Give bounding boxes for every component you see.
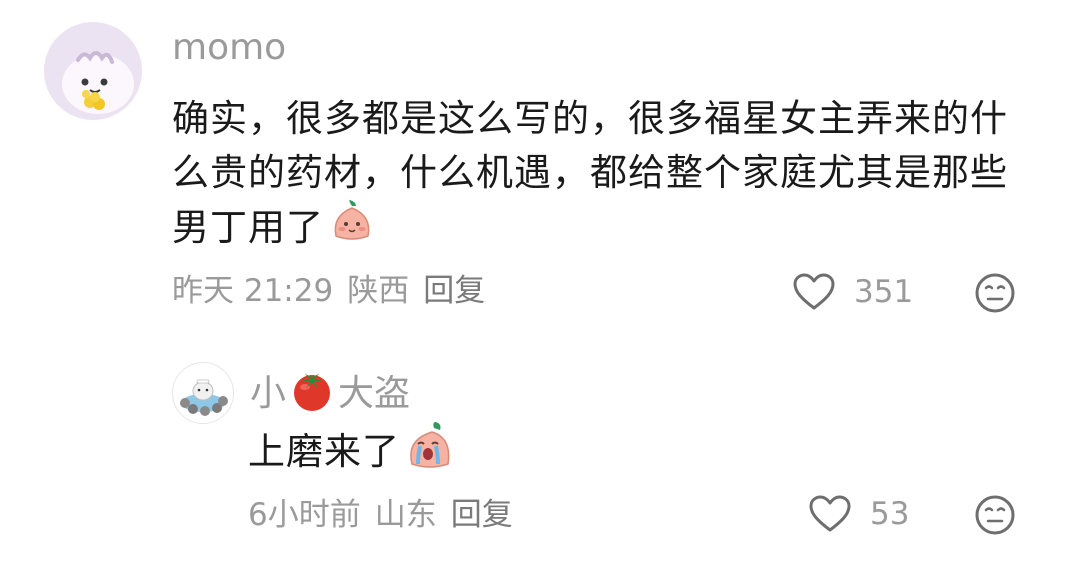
meh-face-icon	[975, 273, 1015, 313]
reply-button[interactable]: 回复	[451, 497, 513, 533]
comment-meta: 6小时前 山东 回复	[248, 500, 527, 531]
like-button[interactable]: 53	[808, 494, 909, 534]
comment-text: 上磨来了	[248, 422, 1028, 485]
like-button[interactable]: 351	[792, 272, 913, 312]
heart-outline-icon	[809, 495, 851, 532]
dislike-button[interactable]	[974, 494, 1016, 540]
comment-item: momo 确实，很多都是这么写的，很多福星女主弄来的什么贵的药材，什么机遇，都给…	[0, 0, 1080, 330]
avatar[interactable]	[44, 22, 142, 120]
like-count: 351	[854, 274, 914, 310]
comment-text-body: 上磨来了	[248, 430, 400, 473]
comment-text-body: 确实，很多都是这么写的，很多福星女主弄来的什么贵的药材，什么机遇，都给整个家庭尤…	[172, 97, 1008, 249]
username[interactable]: 小 大盗	[250, 368, 410, 419]
reply-button[interactable]: 回复	[423, 273, 485, 309]
meh-face-icon	[975, 495, 1015, 535]
cartoon-dumpling-avatar-icon	[44, 22, 142, 120]
dislike-button[interactable]	[974, 272, 1016, 318]
tomato-emoji-icon	[288, 368, 336, 419]
seal-in-hot-spring-avatar-icon	[173, 363, 233, 423]
comment-text: 确实，很多都是这么写的，很多福星女主弄来的什么贵的药材，什么机遇，都给整个家庭尤…	[172, 92, 1032, 259]
heart-outline-icon	[793, 273, 835, 310]
blush-peach-emoji-icon	[330, 200, 374, 259]
comment-meta: 昨天 21:29 陕西 回复	[172, 276, 499, 307]
comment-location: 山东	[374, 497, 437, 533]
reply-item: 小 大盗 上磨来了 6小时前 山东 回复 53	[0, 340, 1080, 582]
like-count: 53	[870, 496, 910, 532]
comment-time: 昨天 21:29	[172, 273, 334, 309]
username[interactable]: momo	[172, 30, 286, 66]
comment-time: 6小时前	[248, 497, 361, 533]
avatar[interactable]	[172, 362, 234, 424]
username-prefix: 小	[250, 372, 287, 414]
crying-peach-emoji-icon	[404, 422, 454, 485]
username-suffix: 大盗	[338, 372, 411, 414]
comment-location: 陕西	[347, 273, 410, 309]
